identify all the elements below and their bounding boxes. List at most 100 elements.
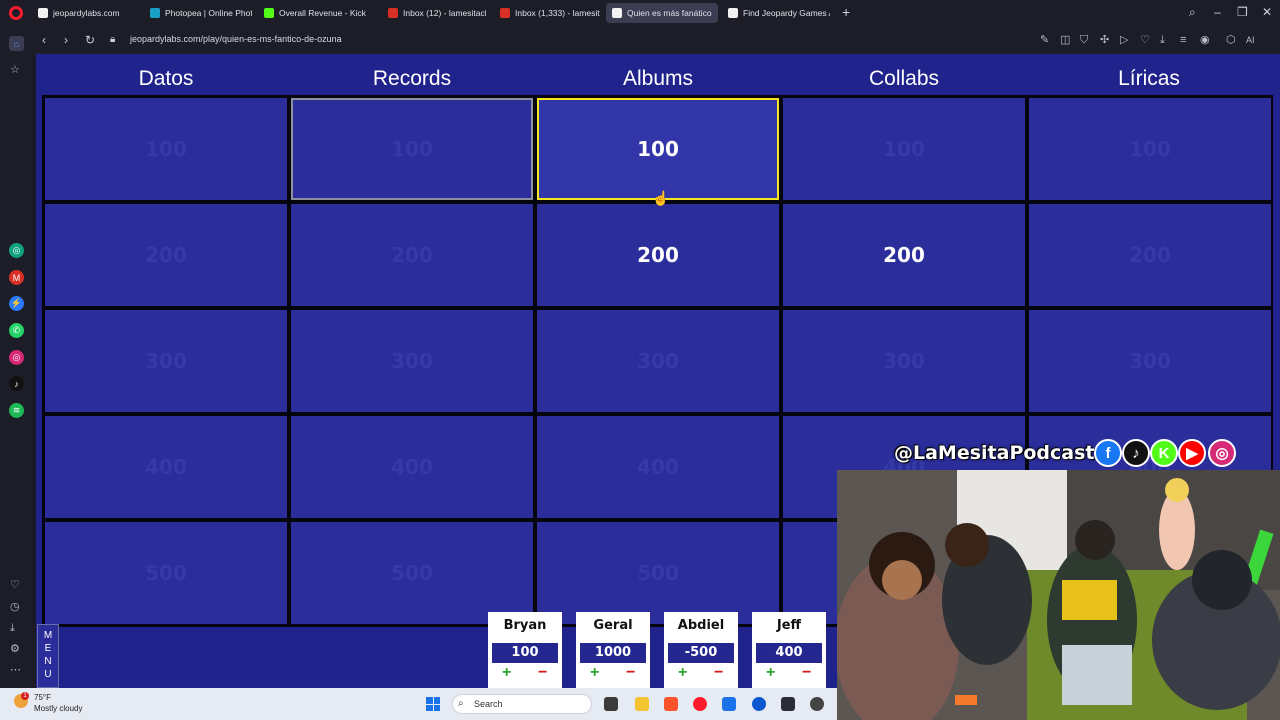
ai-label: AI <box>1246 35 1255 45</box>
history-clock-icon[interactable]: ◷ <box>10 601 20 613</box>
settings-gear-icon[interactable]: ⚙ <box>10 643 20 655</box>
close-window-icon[interactable]: ✕ <box>1262 5 1272 19</box>
edit-icon[interactable]: ✎ <box>1040 34 1049 46</box>
team-score: -500 <box>668 643 734 663</box>
tab-kick-revenue[interactable]: Overall Revenue - Kick De <box>258 3 372 23</box>
clue-cell: 100 <box>45 98 287 200</box>
home-icon[interactable]: ⌂ <box>9 36 24 51</box>
spotify-icon[interactable]: ≋ <box>9 403 24 418</box>
menu-letter: N <box>44 656 52 667</box>
add-points-button[interactable]: + <box>678 665 687 681</box>
taskbar-search-placeholder[interactable]: Search <box>474 699 503 709</box>
jeopardylabs-favicon-icon <box>728 8 738 18</box>
add-points-button[interactable]: + <box>502 665 511 681</box>
tab-title: Inbox (1,333) - lamesitapo <box>515 8 600 18</box>
app-icon[interactable] <box>781 697 795 711</box>
subtract-points-button[interactable]: − <box>802 665 811 681</box>
tab-title: jeopardylabs.com <box>53 8 120 18</box>
clue-cell: 300 <box>783 310 1025 412</box>
category-header: Datos <box>138 67 194 90</box>
windows-taskbar <box>0 688 837 720</box>
messenger-icon[interactable]: ⚡ <box>9 296 24 311</box>
clue-cell[interactable]: 100 <box>537 98 779 200</box>
url-field[interactable]: jeopardylabs.com/play/quien-es-ms-fantic… <box>130 34 342 44</box>
podcast-handle: @LaMesitaPodcast <box>894 442 1095 464</box>
subtract-points-button[interactable]: − <box>714 665 723 681</box>
downloads-icon[interactable]: ⤓ <box>10 622 15 634</box>
opera-browser-icon[interactable] <box>693 697 707 711</box>
clue-cell: 200 <box>45 204 287 306</box>
taskbar-search-box[interactable] <box>452 694 592 714</box>
subtract-points-button[interactable]: − <box>538 665 547 681</box>
tab-search-icon[interactable]: ⌕ <box>1189 5 1196 19</box>
tab-title: Photopea | Online Photo E <box>165 8 252 18</box>
gmail-favicon-icon <box>500 8 510 18</box>
back-arrow-icon[interactable]: ‹ <box>42 33 46 47</box>
minimize-icon[interactable]: – <box>1214 5 1221 19</box>
tab-title: Quien es más fanático de <box>627 8 712 18</box>
subtract-points-button[interactable]: − <box>626 665 635 681</box>
team-name: Bryan <box>503 618 547 633</box>
play-icon[interactable]: ▷ <box>1120 34 1128 46</box>
reload-icon[interactable]: ↻ <box>85 33 95 47</box>
tiktok-icon: ♪ <box>1122 439 1150 467</box>
obs-icon[interactable] <box>810 697 824 711</box>
camera-icon[interactable]: ◫ <box>1060 34 1070 46</box>
file-explorer-icon[interactable] <box>635 697 649 711</box>
tab-quien-es-mas-fanatico[interactable]: Quien es más fanático de <box>606 3 718 23</box>
tab-find-jeopardy-games[interactable]: Find Jeopardy Games Abo <box>722 3 836 23</box>
team-name: Jeff <box>776 618 802 633</box>
jeopardylabs-favicon-icon <box>612 8 622 18</box>
extension-icon[interactable]: ✣ <box>1100 34 1109 46</box>
hand-cursor-icon: ☝ <box>652 190 670 206</box>
gmail-icon[interactable]: M <box>9 270 24 285</box>
heart-icon[interactable]: ♡ <box>10 579 20 591</box>
search-icon: ⌕ <box>458 698 464 709</box>
edge-browser-icon[interactable] <box>752 697 766 711</box>
clue-cell: 400 <box>45 416 287 518</box>
new-tab-plus-icon[interactable]: + <box>842 5 850 19</box>
heart-icon[interactable]: ♡ <box>1140 34 1150 46</box>
opera-logo-icon[interactable] <box>9 6 23 20</box>
chatgpt-icon[interactable]: ◎ <box>9 243 24 258</box>
category-header: Líricas <box>1118 67 1180 90</box>
instagram-icon[interactable]: ◎ <box>9 350 24 365</box>
lock-icon: 🔒︎ <box>110 34 116 45</box>
tab-photopea[interactable]: Photopea | Online Photo E <box>144 3 258 23</box>
clue-cell[interactable]: 200 <box>537 204 779 306</box>
more-dots-icon[interactable]: ⋯ <box>10 664 21 676</box>
microsoft-store-icon[interactable] <box>722 697 736 711</box>
windows-start-icon[interactable] <box>426 697 440 711</box>
clue-cell[interactable]: 200 <box>783 204 1025 306</box>
menu-lines-icon[interactable]: ≡ <box>1180 34 1186 46</box>
brave-browser-icon[interactable] <box>664 697 678 711</box>
download-icon[interactable]: ⤓ <box>1160 34 1165 46</box>
tiktok-icon[interactable]: ♪ <box>9 376 24 391</box>
star-icon[interactable]: ☆ <box>10 64 20 76</box>
tab-gmail-inbox-2[interactable]: Inbox (1,333) - lamesitapo <box>494 3 606 23</box>
restore-icon[interactable]: ❐ <box>1237 5 1248 19</box>
browser-tab-bar: jeopardylabs.com Photopea | Online Photo… <box>0 0 1280 26</box>
weather-temperature[interactable]: 75°F <box>34 693 51 702</box>
cube-icon[interactable]: ⬡ <box>1226 34 1236 46</box>
clue-cell: 500 <box>291 522 533 624</box>
clue-cell: 500 <box>45 522 287 624</box>
webcam-scene <box>837 470 1280 720</box>
weather-description[interactable]: Mostly cloudy <box>34 704 82 713</box>
whatsapp-icon[interactable]: ✆ <box>9 323 24 338</box>
forward-arrow-icon[interactable]: › <box>64 33 68 47</box>
add-points-button[interactable]: + <box>766 665 775 681</box>
tab-title: Overall Revenue - Kick De <box>279 8 366 18</box>
task-view-icon[interactable] <box>604 697 618 711</box>
menu-button[interactable]: MENU <box>37 624 59 688</box>
profile-icon[interactable]: ◉ <box>1200 34 1210 46</box>
aria-ai-button[interactable]: AI <box>1246 34 1255 46</box>
tab-gmail-inbox-1[interactable]: Inbox (12) - lamesitaclips@ <box>382 3 492 23</box>
shield-icon[interactable]: ⛉ <box>1080 34 1088 46</box>
category-header: Albums <box>622 67 694 90</box>
tab-jeopardylabs[interactable]: jeopardylabs.com <box>32 3 144 23</box>
add-points-button[interactable]: + <box>590 665 599 681</box>
clue-cell: 100 <box>291 98 533 200</box>
team-card: Geral 1000 + − <box>576 612 650 688</box>
clue-cell: 300 <box>291 310 533 412</box>
